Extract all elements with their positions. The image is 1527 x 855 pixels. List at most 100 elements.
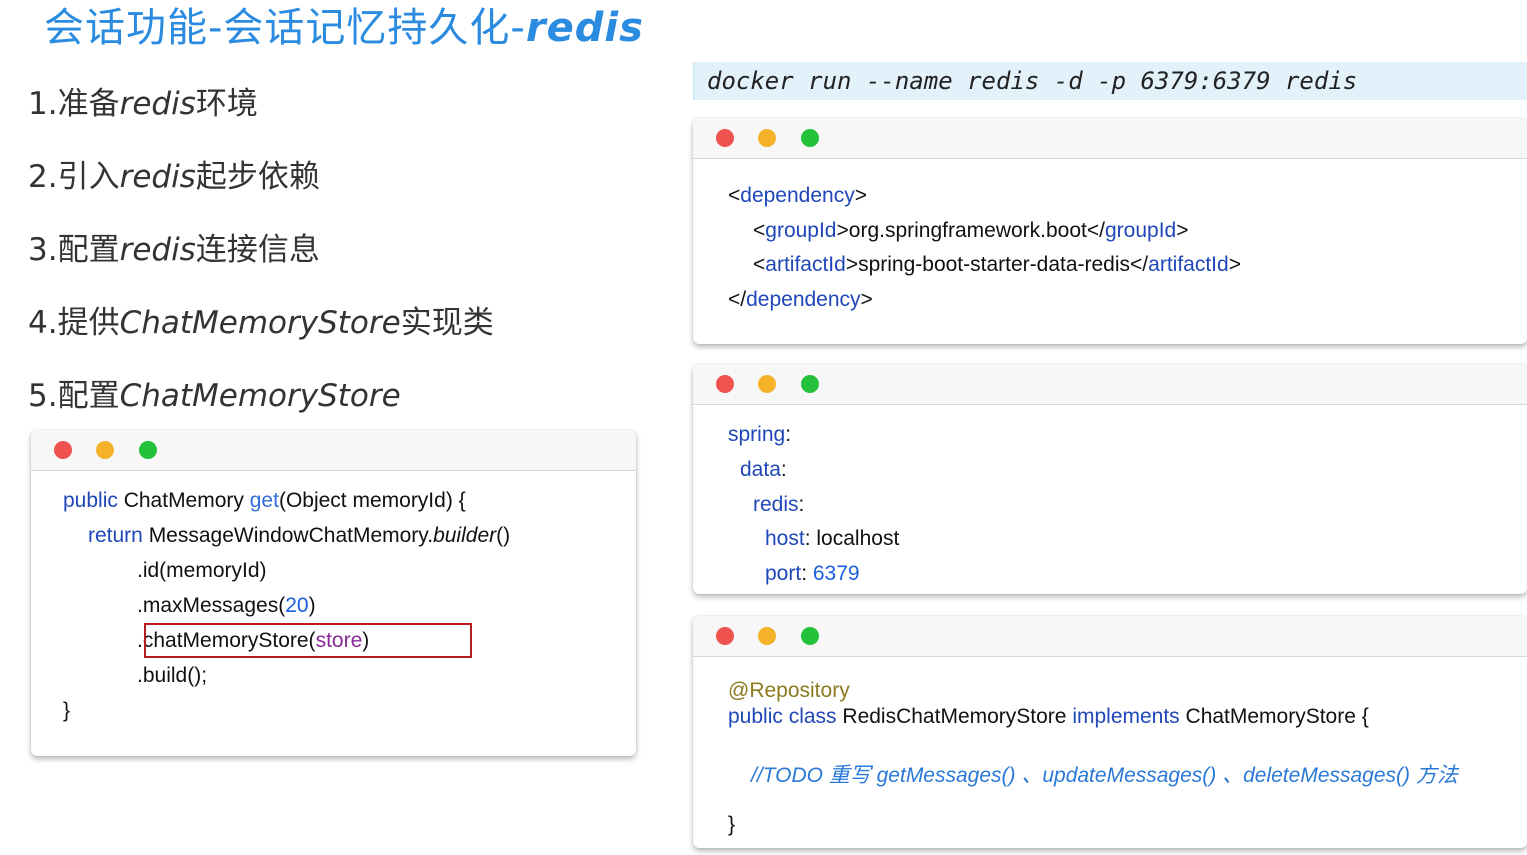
repository-code-card: @Repository public class RedisChatMemory… <box>693 616 1527 848</box>
code-line: .build(); <box>137 664 208 687</box>
step-text: 起步依赖 <box>195 159 320 195</box>
yaml-key: port <box>765 562 802 585</box>
xml-dependency-card: <dependency> <groupId>org.springframewor… <box>693 118 1527 344</box>
code-text: RedisChatMemoryStore <box>836 705 1073 728</box>
keyword: return <box>88 524 143 547</box>
xml-tag: dependency <box>746 288 861 311</box>
code-line: <artifactId>spring-boot-starter-data-red… <box>753 253 1241 277</box>
code-text: < <box>753 253 766 276</box>
step-number: 4. <box>28 305 58 341</box>
keyword: public class <box>728 705 837 728</box>
code-line: data: <box>740 458 787 482</box>
yaml-key: data <box>740 458 781 481</box>
step-item: 3.配置redis连接信息 <box>28 224 320 269</box>
yaml-config-card: spring: data: redis: host: localhost por… <box>693 364 1527 594</box>
step-number: 5. <box>28 378 58 414</box>
yaml-key: host <box>765 527 805 550</box>
step-text: 环境 <box>195 86 258 122</box>
step-item: 1.准备redis环境 <box>28 78 258 123</box>
step-text: 配置 <box>57 378 120 414</box>
page-title: 会话功能-会话记忆持久化-redis <box>44 2 644 54</box>
code-text: < <box>753 219 766 242</box>
method-name: get <box>249 489 279 512</box>
step-text: 准备 <box>57 86 120 122</box>
code-line: public ChatMemory get(Object memoryId) { <box>63 489 466 513</box>
xml-tag: groupId <box>765 219 837 242</box>
step-number: 1. <box>28 86 58 122</box>
code-text: : <box>780 458 787 481</box>
code-text: ) <box>308 594 316 617</box>
page-title-en: redis <box>525 5 644 51</box>
code-line: .maxMessages(20) <box>137 594 316 618</box>
code-text: .maxMessages( <box>137 594 286 617</box>
todo-comment: //TODO 重写 getMessages() 、updateMessages(… <box>751 764 1458 787</box>
step-term: redis <box>119 159 196 195</box>
step-term: redis <box>119 232 196 268</box>
step-text: 引入 <box>57 159 120 195</box>
xml-code: <dependency> <groupId>org.springframewor… <box>693 118 1527 344</box>
code-line: </dependency> <box>728 288 873 312</box>
code-text: > <box>845 253 859 276</box>
code-text: builder <box>433 524 497 547</box>
code-text: () <box>496 524 511 547</box>
java-code-card: public ChatMemory get(Object memoryId) {… <box>31 430 636 756</box>
step-item: 4.提供ChatMemoryStore实现类 <box>28 297 494 342</box>
step-number: 3. <box>28 232 58 268</box>
annotation: @Repository <box>728 679 850 702</box>
code-text: < <box>728 184 741 207</box>
code-text: : <box>798 493 805 516</box>
step-text: 实现类 <box>400 305 494 341</box>
code-line: } <box>63 699 71 722</box>
step-text: 连接信息 <box>195 232 320 268</box>
code-text: MessageWindowChatMemory. <box>142 524 434 547</box>
code-line: port: 6379 <box>765 562 860 586</box>
docker-command: docker run --name redis -d -p 6379:6379 … <box>693 62 1527 100</box>
code-line: } <box>728 813 736 836</box>
code-text: > <box>854 184 867 207</box>
xml-tag: dependency <box>740 184 855 207</box>
code-line: <groupId>org.springframework.boot</group… <box>753 219 1188 243</box>
xml-tag: artifactId <box>1148 253 1229 276</box>
number-literal: 20 <box>285 594 309 617</box>
code-line: redis: <box>753 493 804 517</box>
code-line: host: localhost <box>765 527 899 551</box>
code-text: ChatMemoryStore { <box>1179 705 1369 728</box>
step-item: 2.引入redis起步依赖 <box>28 151 320 196</box>
step-term: redis <box>119 86 196 122</box>
step-term: ChatMemoryStore <box>119 378 401 414</box>
code-text: org.springframework.boot <box>848 219 1087 242</box>
keyword: public <box>63 489 118 512</box>
step-text: 提供 <box>57 305 120 341</box>
step-term: ChatMemoryStore <box>119 305 401 341</box>
code-line: .id(memoryId) <box>137 559 267 582</box>
yaml-key: redis <box>753 493 799 516</box>
repository-code: @Repository public class RedisChatMemory… <box>693 616 1527 848</box>
code-text: ChatMemory <box>117 489 250 512</box>
code-line: return MessageWindowChatMemory.builder() <box>88 524 510 548</box>
keyword: implements <box>1072 705 1180 728</box>
code-text: spring-boot-starter-data-redis <box>858 253 1131 276</box>
yaml-key: spring <box>728 423 786 446</box>
code-text: > <box>1176 219 1189 242</box>
code-text: > <box>1228 253 1241 276</box>
code-line: <dependency> <box>728 184 867 208</box>
java-code: public ChatMemory get(Object memoryId) {… <box>31 430 636 756</box>
code-text: : <box>785 423 792 446</box>
yaml-code: spring: data: redis: host: localhost por… <box>693 364 1527 594</box>
step-text: 配置 <box>57 232 120 268</box>
xml-tag: groupId <box>1104 219 1177 242</box>
xml-tag: artifactId <box>765 253 846 276</box>
code-text: > <box>860 288 873 311</box>
page-title-zh: 会话功能-会话记忆持久化- <box>44 5 526 51</box>
step-item: 5.配置ChatMemoryStore <box>28 370 401 415</box>
highlight-box <box>144 623 472 658</box>
code-text: </ <box>1130 253 1149 276</box>
yaml-value: 6379 <box>812 562 860 585</box>
step-number: 2. <box>28 159 58 195</box>
code-text: </ <box>1086 219 1105 242</box>
yaml-value: localhost <box>816 527 900 550</box>
code-line: spring: <box>728 423 791 447</box>
code-text: > <box>836 219 849 242</box>
code-line: public class RedisChatMemoryStore implem… <box>728 705 1369 729</box>
code-text: (Object memoryId) { <box>278 489 466 512</box>
